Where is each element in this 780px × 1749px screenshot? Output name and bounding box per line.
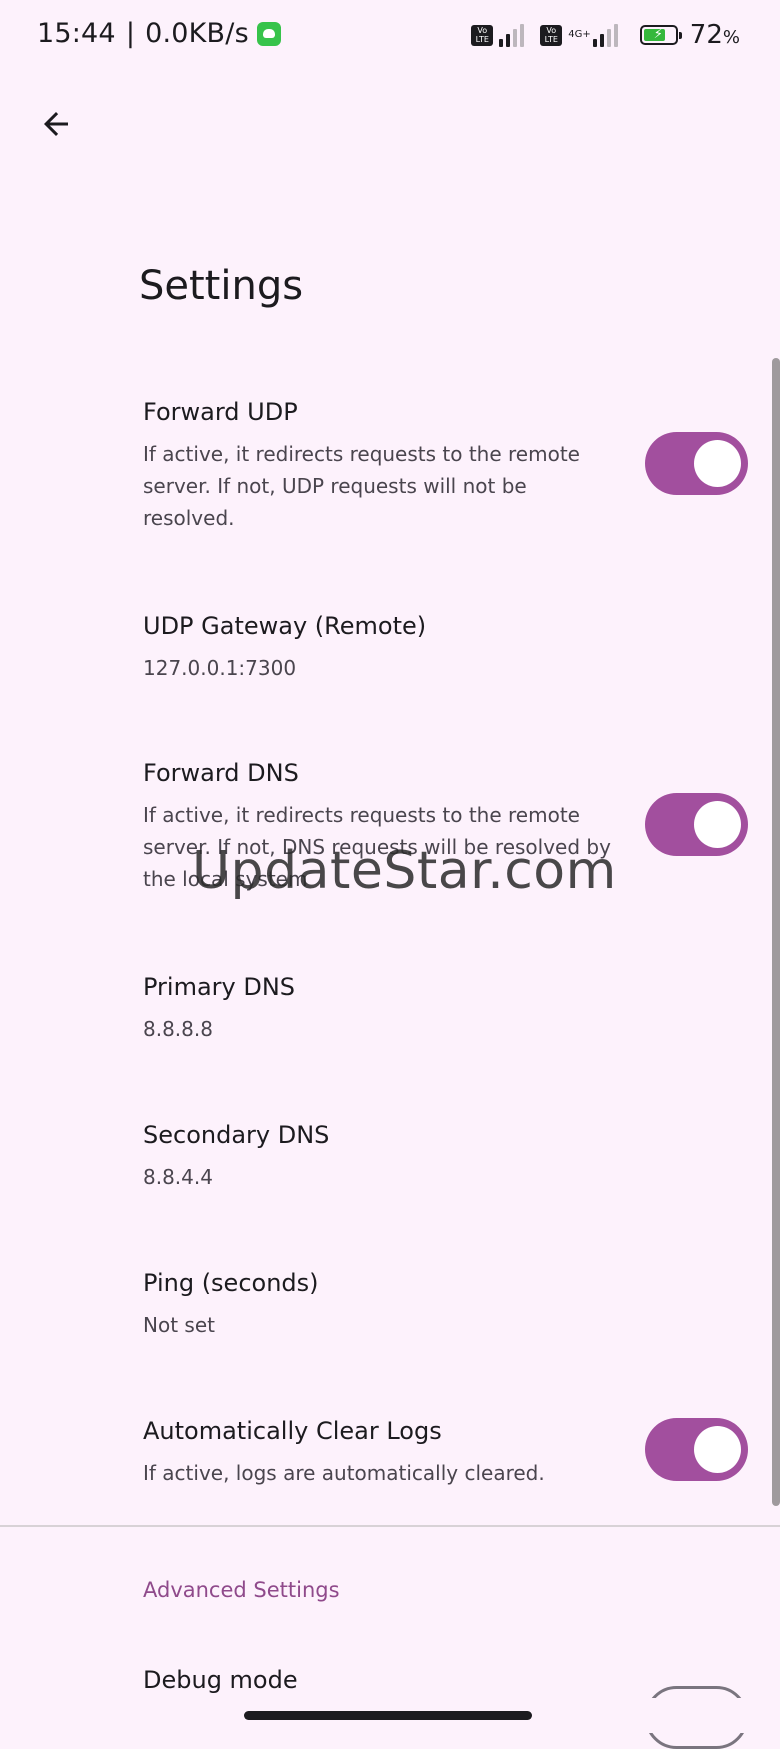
pref-summary: 8.8.8.8 (143, 1017, 213, 1041)
scrollbar[interactable] (772, 358, 780, 1506)
pref-title: Secondary DNS (143, 1121, 330, 1149)
pref-forward-udp[interactable]: Forward UDP If active, it redirects requ… (143, 396, 613, 534)
pref-auto-clear-logs[interactable]: Automatically Clear Logs If active, logs… (143, 1415, 613, 1489)
pref-title: UDP Gateway (Remote) (143, 612, 427, 640)
pref-title: Ping (seconds) (143, 1269, 319, 1297)
forward-dns-toggle[interactable] (645, 793, 748, 856)
pref-ping[interactable]: Ping (seconds) Not set (143, 1267, 613, 1341)
advanced-settings-header: Advanced Settings (143, 1578, 340, 1602)
pref-title: Debug mode (143, 1666, 298, 1694)
forward-udp-toggle[interactable] (645, 432, 748, 495)
pref-title: Forward UDP (143, 398, 298, 426)
section-divider (0, 1525, 780, 1527)
pref-summary: If active, it redirects requests to the … (143, 442, 580, 530)
auto-clear-logs-toggle[interactable] (645, 1418, 748, 1481)
pref-primary-dns[interactable]: Primary DNS 8.8.8.8 (143, 971, 613, 1045)
pref-summary: 8.8.4.4 (143, 1165, 213, 1189)
pref-summary: If active, it redirects requests to the … (143, 803, 611, 891)
settings-list: Forward UDP If active, it redirects requ… (0, 0, 780, 1749)
toggle-knob (694, 1426, 741, 1473)
pref-title: Automatically Clear Logs (143, 1417, 442, 1445)
toggle-knob (694, 440, 741, 487)
pref-summary: If active, logs are automatically cleare… (143, 1461, 545, 1485)
navigation-handle[interactable] (244, 1711, 532, 1720)
pref-forward-dns[interactable]: Forward DNS If active, it redirects requ… (143, 757, 613, 895)
pref-summary: Not set (143, 1313, 215, 1337)
pref-secondary-dns[interactable]: Secondary DNS 8.8.4.4 (143, 1119, 613, 1193)
pref-debug-mode[interactable]: Debug mode (143, 1664, 613, 1696)
pref-udp-gateway[interactable]: UDP Gateway (Remote) 127.0.0.1:7300 (143, 610, 613, 684)
pref-title: Primary DNS (143, 973, 296, 1001)
toggle-knob (694, 801, 741, 848)
pref-title: Forward DNS (143, 759, 299, 787)
pref-summary: 127.0.0.1:7300 (143, 656, 297, 680)
